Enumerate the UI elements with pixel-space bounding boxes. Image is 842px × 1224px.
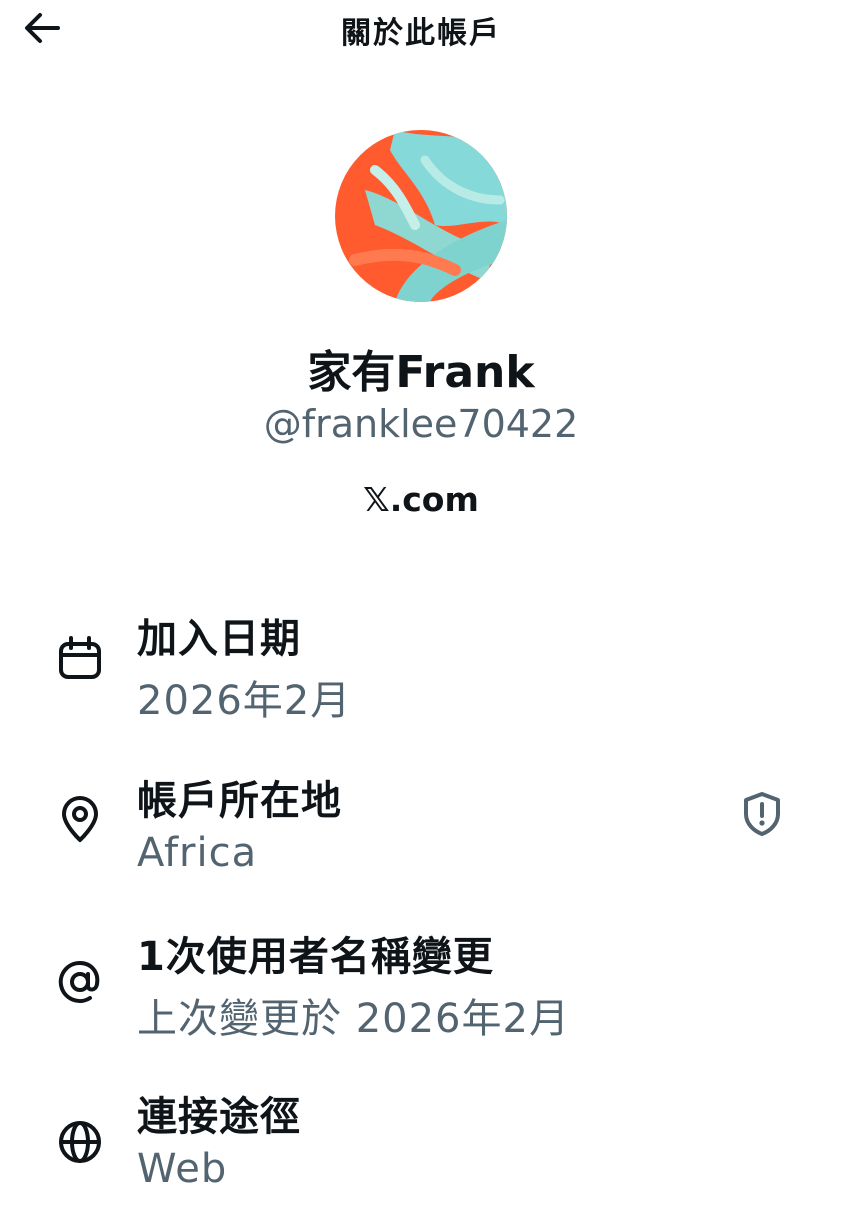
joined-date-title: 加入日期 — [137, 616, 301, 662]
shield-alert-button[interactable] — [738, 790, 786, 838]
username-changes-value: 上次變更於 2026年2月 — [137, 996, 570, 1042]
user-handle: @franklee70422 — [263, 402, 579, 446]
avatar[interactable] — [335, 130, 507, 302]
connected-via-row: 連接途徑 Web — [0, 1084, 842, 1224]
site-badge: 𝕏.com — [363, 480, 479, 519]
connected-via-value: Web — [137, 1146, 228, 1192]
location-pin-icon — [56, 796, 104, 844]
account-location-row: 帳戶所在地 Africa — [0, 768, 842, 908]
at-sign-icon — [56, 958, 104, 1006]
joined-date-row: 加入日期 2026年2月 — [0, 606, 842, 746]
page-title: 關於此帳戶 — [341, 16, 501, 51]
calendar-icon — [56, 634, 104, 682]
display-name: 家有Frank — [307, 347, 535, 398]
joined-date-value: 2026年2月 — [137, 678, 352, 724]
account-location-title: 帳戶所在地 — [137, 778, 342, 824]
username-changes-title: 1次使用者名稱變更 — [137, 934, 494, 980]
shield-alert-icon — [744, 792, 780, 836]
username-changes-row: 1次使用者名稱變更 上次變更於 2026年2月 — [0, 924, 842, 1064]
account-location-value: Africa — [137, 830, 258, 876]
connected-via-title: 連接途徑 — [137, 1094, 301, 1140]
avatar-image — [335, 130, 507, 302]
globe-icon — [56, 1118, 104, 1166]
top-bar: 關於此帳戶 — [0, 0, 842, 56]
